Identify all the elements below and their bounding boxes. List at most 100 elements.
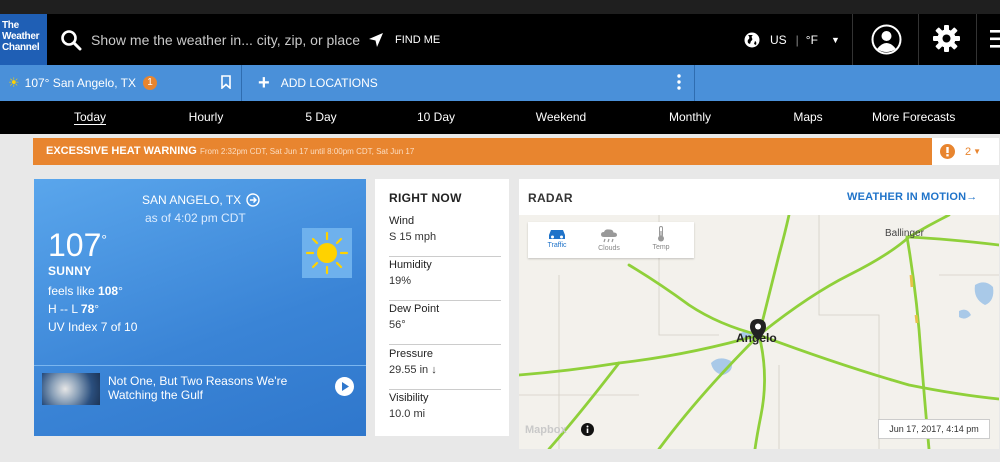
- tab-more-forecasts[interactable]: More Forecasts ▼: [872, 101, 972, 157]
- chevron-down-icon: ▼: [973, 147, 982, 156]
- find-me-label: FIND ME: [395, 33, 441, 46]
- radar-map[interactable]: Traffic Clouds Temp Ballinger Angelo Map…: [519, 215, 999, 449]
- pressure-value: 29.55 in ↓: [389, 364, 437, 376]
- globe-icon: [744, 32, 760, 47]
- radar-timestamp: Jun 17, 2017, 4:14 pm: [878, 419, 990, 439]
- search-bar: [60, 14, 361, 65]
- right-now-row-humidity: Humidity 19%: [389, 257, 501, 301]
- tab-5-day[interactable]: 5 Day: [291, 101, 351, 134]
- user-account-icon[interactable]: [871, 24, 902, 55]
- browser-top-strip: [0, 0, 1000, 14]
- saved-location-label: 107° San Angelo, TX: [24, 76, 136, 90]
- logo-line-2: Weather: [2, 31, 40, 42]
- right-now-row-pressure: Pressure 29.55 in ↓: [389, 346, 501, 390]
- forecast-nav: Today Hourly 5 Day 10 Day Weekend Monthl…: [0, 101, 1000, 157]
- map-label-san-angelo: Angelo: [736, 331, 777, 345]
- more-forecasts-label: More Forecasts: [872, 110, 956, 124]
- feels-like-prefix: feels like: [48, 284, 99, 298]
- cloud-rain-icon: [601, 229, 617, 243]
- chevron-down-icon: ▼: [830, 34, 840, 45]
- info-icon[interactable]: [581, 423, 594, 436]
- tab-monthly[interactable]: Monthly: [655, 101, 725, 134]
- current-conditions-card: SAN ANGELO, TX as of 4:02 pm CDT 107° SU…: [34, 179, 366, 436]
- right-now-row-dew-point: Dew Point 56°: [389, 301, 501, 345]
- wind-value: S 15 mph: [389, 231, 437, 243]
- alert-count-dropdown[interactable]: 2 ▼: [932, 138, 999, 165]
- feels-like: feels like 108°: [48, 284, 123, 298]
- play-icon[interactable]: [335, 377, 354, 396]
- current-location[interactable]: SAN ANGELO, TX: [142, 193, 260, 207]
- low-degree: °: [94, 302, 100, 316]
- high-low: H -- L 78°: [48, 302, 99, 316]
- dew-point-label: Dew Point: [389, 303, 440, 315]
- search-input[interactable]: [91, 31, 361, 48]
- site-header: The Weather Channel FIND ME US | °F ▼: [0, 14, 1000, 65]
- tab-10-day[interactable]: 10 Day: [406, 101, 466, 134]
- humidity-label: Humidity: [389, 259, 432, 271]
- warning-detail: From 2:32pm CDT, Sat Jun 17 until 8:00pm…: [200, 147, 415, 156]
- bookmark-icon[interactable]: [221, 75, 231, 89]
- tab-weekend[interactable]: Weekend: [526, 101, 596, 134]
- logo-line-3: Channel: [2, 42, 40, 53]
- locale-selector[interactable]: US | °F ▼: [744, 14, 840, 65]
- add-locations-label: ADD LOCATIONS: [280, 76, 378, 90]
- header-divider: [852, 14, 853, 65]
- tab-hourly[interactable]: Hourly: [176, 101, 236, 134]
- right-now-title: RIGHT NOW: [389, 191, 462, 205]
- map-layer-selector: Traffic Clouds Temp: [528, 222, 694, 258]
- heat-warning-banner[interactable]: EXCESSIVE HEAT WARNING From 2:32pm CDT, …: [33, 138, 999, 165]
- header-divider: [976, 14, 977, 65]
- visibility-label: Visibility: [389, 392, 429, 404]
- degree-symbol: °: [101, 231, 107, 248]
- tab-maps[interactable]: Maps: [778, 101, 838, 134]
- arrow-right-circle-icon: [246, 193, 260, 207]
- find-me-button[interactable]: FIND ME: [368, 14, 440, 65]
- layer-temp[interactable]: Temp: [636, 222, 686, 258]
- location-arrow-icon: [369, 32, 383, 47]
- high-low-prefix: H -- L: [48, 302, 81, 316]
- visibility-value: 10.0 mi: [389, 408, 426, 420]
- add-locations-button[interactable]: + ADD LOCATIONS: [258, 65, 378, 101]
- temperature-value: 107: [48, 227, 102, 263]
- observation-time: as of 4:02 pm CDT: [145, 211, 246, 225]
- alert-count-badge: 1: [142, 76, 157, 90]
- gear-icon[interactable]: [933, 25, 960, 52]
- hamburger-menu-icon[interactable]: [990, 30, 1000, 48]
- pressure-label: Pressure: [389, 348, 434, 360]
- uv-index: UV Index 7 of 10: [48, 320, 138, 334]
- logo-line-1: The: [2, 20, 19, 31]
- right-now-row-wind: Wind S 15 mph: [389, 213, 501, 257]
- location-bar-divider: [694, 65, 695, 101]
- tab-today[interactable]: Today: [60, 101, 120, 134]
- current-location-label: SAN ANGELO, TX: [142, 193, 242, 207]
- radar-panel: RADAR WEATHER IN MOTION→ Traffic Clouds …: [519, 179, 999, 449]
- low-value: 78: [80, 302, 95, 316]
- more-options-icon[interactable]: [677, 74, 681, 90]
- map-label-ballinger: Ballinger: [885, 228, 924, 239]
- layer-temp-label: Temp: [652, 244, 670, 251]
- layer-traffic[interactable]: Traffic: [532, 222, 582, 258]
- saved-location-current[interactable]: ☀ 107° San Angelo, TX 1: [0, 65, 242, 101]
- weather-channel-logo[interactable]: The Weather Channel: [0, 14, 47, 65]
- car-icon: [549, 230, 565, 239]
- mapbox-attribution[interactable]: Mapbox: [525, 424, 567, 436]
- unit-label: °F: [805, 32, 818, 47]
- wind-label: Wind: [389, 215, 415, 227]
- humidity-value: 19%: [389, 275, 412, 287]
- weather-phrase: SUNNY: [48, 264, 92, 278]
- right-now-row-visibility: Visibility 10.0 mi: [389, 390, 501, 434]
- search-icon[interactable]: [60, 29, 82, 51]
- video-title[interactable]: Not One, But Two Reasons We're Watching …: [108, 374, 308, 402]
- video-thumbnail[interactable]: [42, 373, 100, 405]
- dew-point-value: 56°: [389, 319, 406, 331]
- radar-title: RADAR: [528, 191, 573, 205]
- alert-icon: [940, 144, 955, 159]
- layer-clouds[interactable]: Clouds: [584, 222, 634, 258]
- alert-count: 2: [965, 145, 972, 158]
- feels-like-value: 108: [98, 284, 119, 298]
- country-label: US: [770, 32, 787, 47]
- plus-icon: +: [258, 72, 270, 94]
- featured-video[interactable]: Not One, But Two Reasons We're Watching …: [34, 365, 366, 409]
- weather-in-motion-link[interactable]: WEATHER IN MOTION→: [847, 191, 978, 203]
- sun-icon: ☀: [8, 75, 20, 90]
